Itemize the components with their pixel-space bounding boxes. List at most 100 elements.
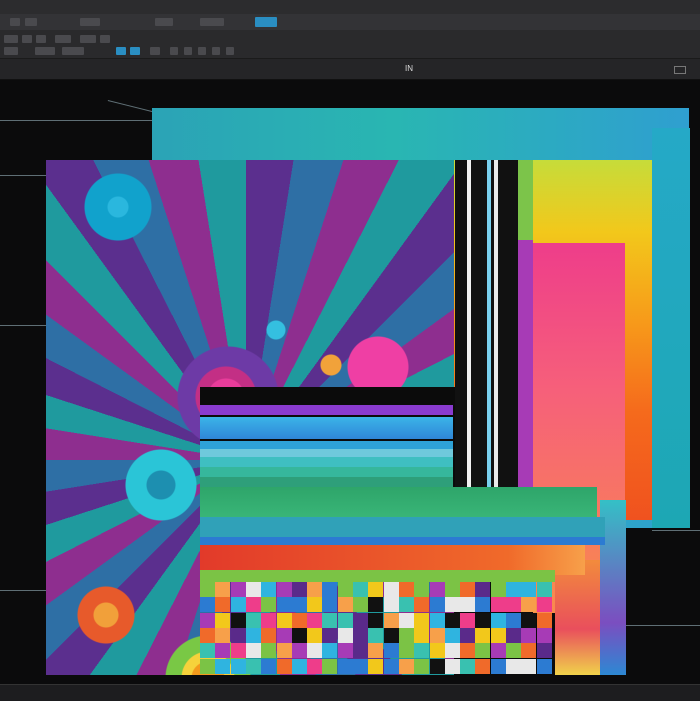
grid-cell [307,582,323,597]
purple-stripe [518,240,533,515]
grid-cell [398,597,414,613]
grid-cell [200,627,215,643]
grid-cell [322,627,338,643]
grid-cell [521,582,537,597]
status-bar [0,684,700,701]
grid-cell [276,627,292,643]
size-dropdown[interactable] [62,47,84,55]
file-menu-icon[interactable] [25,18,37,26]
eraser-icon[interactable] [100,35,110,43]
grid-cell [200,582,215,597]
stripe-bar [200,457,453,467]
brush-icon[interactable] [80,35,96,43]
mode-dropdown[interactable] [35,47,55,55]
grid-cell [490,627,506,643]
marquee-icon[interactable] [22,35,32,43]
type-icon[interactable] [130,47,140,55]
grid-cell [368,643,384,659]
home-icon[interactable] [10,18,20,26]
grid-cell [291,612,307,628]
guide-line [0,590,46,591]
grid-cell [536,658,552,674]
grid-cell [521,597,537,613]
guide-line [626,625,700,626]
white-stripe [467,160,471,515]
layer-menu-icon[interactable] [200,18,224,26]
grid-cell [200,658,215,674]
grid-cell [536,612,552,628]
grid-cell [368,658,384,674]
grid-cell [490,658,506,674]
grid-cell [291,582,307,597]
tool-preset-picker[interactable] [4,47,18,55]
grid-cell [368,582,384,597]
align-center-icon[interactable] [184,47,192,55]
grid-cell [291,627,307,643]
grid-cell [291,597,307,613]
grid-cell [490,582,506,597]
grid-cell [506,627,521,643]
grid-cell [337,597,353,613]
grid-cell [460,582,476,597]
color-grid-layer[interactable] [200,582,552,674]
teal-band [200,517,605,537]
grid-cell [307,643,323,659]
grid-cell [398,612,414,628]
align-left-icon[interactable] [170,47,178,55]
grid-cell [337,658,353,674]
grid-cell [475,612,491,628]
grid-cell [398,643,414,659]
move-icon[interactable] [4,35,18,43]
grid-cell [506,643,521,659]
align-right-icon[interactable] [198,47,206,55]
grid-cell [322,658,338,674]
grid-cell [460,658,476,674]
grid-cell [353,643,368,659]
grid-cell [460,612,476,628]
grid-cell [429,612,445,628]
grid-cell [475,658,491,674]
stripe-bar [200,467,453,477]
grid-cell [414,627,430,643]
grid-cell [398,658,414,674]
grid-cell [307,627,323,643]
lasso-icon[interactable] [36,35,46,43]
guide-line [0,120,160,121]
grid-cell [200,612,215,628]
grid-cell [322,597,338,613]
grid-cell [276,658,292,674]
grid-cell [536,627,552,643]
grid-cell [383,612,399,628]
grid-cell [429,582,445,597]
document-tab-bar: IN [0,59,700,80]
gradient-icon[interactable] [116,47,126,55]
grid-cell [276,643,292,659]
guide-line [0,175,46,176]
blue-band [200,537,605,545]
workspace-select[interactable] [255,17,277,27]
grid-cell [414,582,430,597]
transform-icon[interactable] [226,47,234,55]
zoom-icon[interactable] [150,47,160,55]
stripe-bars-layer[interactable] [200,387,455,487]
grid-cell [353,658,368,674]
image-menu-icon[interactable] [155,18,173,26]
grid-cell [230,612,246,628]
distribute-icon[interactable] [212,47,220,55]
grid-cell [245,658,261,674]
grid-cell [368,597,384,613]
options-bar [0,30,700,59]
grid-cell [245,612,261,628]
grid-cell [475,643,491,659]
stripe-bar [200,417,453,439]
menu-bar [0,0,700,15]
edit-menu-icon[interactable] [80,18,100,26]
document-tab[interactable]: IN [405,64,413,73]
grid-cell [490,597,506,613]
crop-icon[interactable] [55,35,71,43]
grid-cell [383,658,399,674]
grid-cell [230,643,246,659]
grid-cell [414,658,430,674]
restore-window-icon[interactable] [674,66,686,74]
grid-cell [475,627,491,643]
